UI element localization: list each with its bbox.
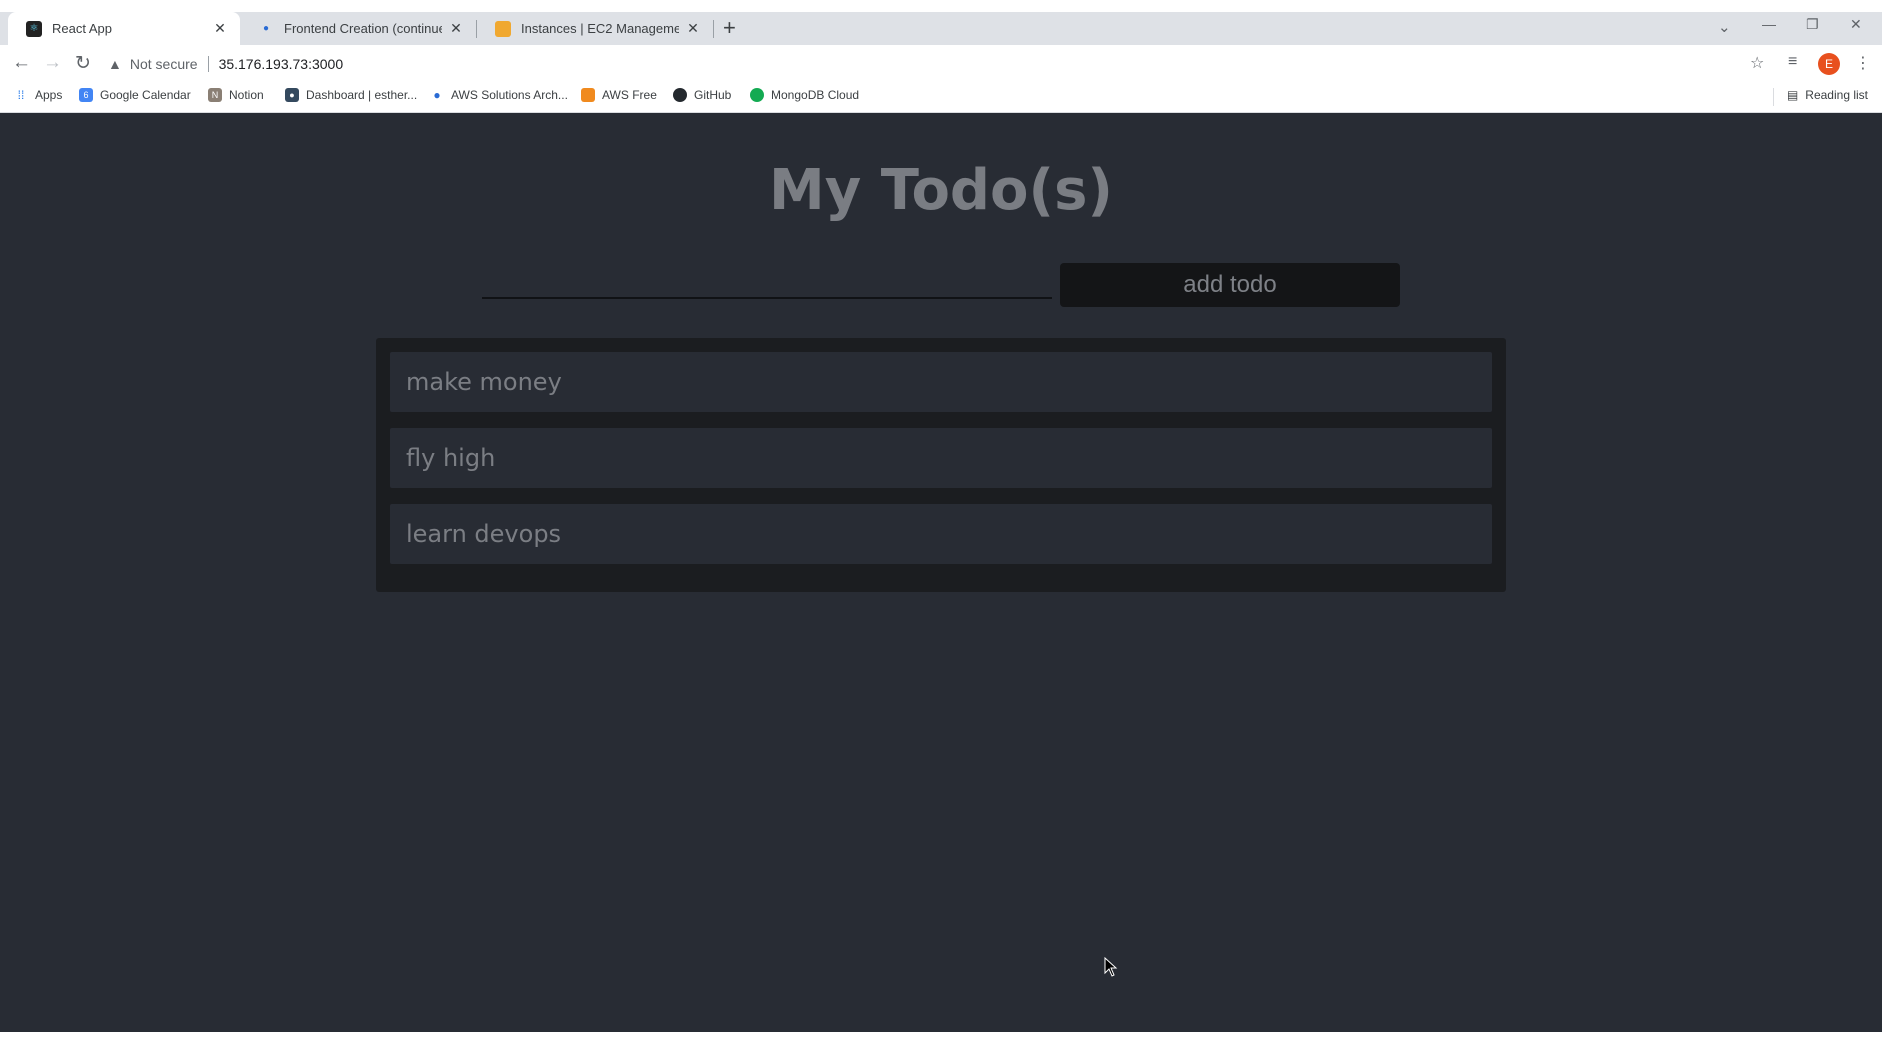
bookmark-star-icon[interactable]: ☆	[1750, 53, 1764, 73]
page-title: My Todo(s)	[768, 158, 1114, 223]
tab-frontend-creation[interactable]: ● Frontend Creation (continued) - ✕	[240, 12, 476, 45]
bookmark-aws-free[interactable]: AWS Free	[581, 88, 657, 102]
reading-list[interactable]: ▤ Reading list	[1787, 88, 1868, 102]
back-icon[interactable]: ←	[12, 52, 31, 74]
blog-icon: ●	[433, 88, 441, 102]
close-tab-icon[interactable]: ✕	[685, 20, 701, 37]
bookmark-google-calendar[interactable]: 6 Google Calendar	[79, 88, 191, 102]
browser-toolbar: ← → ↻ ▲ Not secure 35.176.193.73:3000 ☆ …	[0, 45, 1882, 82]
warning-icon: ▲	[108, 56, 122, 72]
bookmark-apps[interactable]: ⁞⁞ Apps	[14, 88, 63, 102]
bookmark-label: GitHub	[694, 88, 732, 102]
address-bar[interactable]: ▲ Not secure 35.176.193.73:3000	[108, 50, 343, 78]
reading-list-label: Reading list	[1805, 88, 1868, 102]
bookmarks-bar: ⁞⁞ Apps 6 Google Calendar N Notion ● Das…	[0, 82, 1882, 113]
dashboard-icon: ●	[285, 88, 299, 102]
tab-search-icon[interactable]: ⌄	[1718, 18, 1731, 36]
todo-item[interactable]: make money	[390, 352, 1492, 412]
bookmark-label: AWS Solutions Arch...	[451, 88, 568, 102]
bookmark-dashboard[interactable]: ● Dashboard | esther...	[285, 88, 417, 102]
menu-icon[interactable]: ⋮	[1855, 53, 1871, 73]
aws-icon	[581, 88, 595, 102]
tab-strip: ⚛ React App ✕ ● Frontend Creation (conti…	[0, 12, 1882, 45]
avatar[interactable]: E	[1818, 53, 1840, 75]
bookmark-label: Google Calendar	[100, 88, 191, 102]
security-label: Not secure	[129, 56, 198, 72]
todo-item[interactable]: fly high	[390, 428, 1492, 488]
blog-icon: ●	[262, 23, 270, 34]
bookmark-notion[interactable]: N Notion	[208, 88, 264, 102]
todo-item[interactable]: learn devops	[390, 504, 1492, 564]
mongodb-icon	[750, 88, 764, 102]
window-bottom-edge	[0, 1032, 1882, 1044]
bookmark-github[interactable]: GitHub	[673, 88, 731, 102]
tab-title: Instances | EC2 Management Co	[521, 21, 679, 36]
close-tab-icon[interactable]: ✕	[212, 20, 228, 37]
media-control-icon[interactable]: ≡	[1788, 53, 1797, 71]
bookmarks-divider	[1773, 88, 1774, 106]
react-icon: ⚛	[26, 20, 42, 37]
bookmark-label: Dashboard | esther...	[306, 88, 418, 102]
todo-input[interactable]	[482, 265, 1052, 299]
bookmark-label: AWS Free	[602, 88, 657, 102]
bookmark-mongodb[interactable]: MongoDB Cloud	[750, 88, 859, 102]
notion-icon: N	[208, 88, 222, 102]
tab-title: Frontend Creation (continued) -	[284, 21, 442, 36]
calendar-icon: 6	[79, 88, 93, 102]
tab-ec2-instances[interactable]: Instances | EC2 Management Co ✕	[477, 12, 713, 45]
url-text: 35.176.193.73:3000	[218, 56, 344, 72]
minimize-icon[interactable]: —	[1762, 16, 1776, 32]
restore-icon[interactable]: ❐	[1806, 16, 1819, 33]
bookmark-label: MongoDB Cloud	[771, 88, 860, 102]
new-tab-icon[interactable]: +	[723, 14, 736, 42]
tab-title: React App	[52, 21, 112, 36]
tab-separator	[713, 20, 714, 38]
github-icon	[673, 88, 687, 102]
bookmark-aws-solutions[interactable]: ● AWS Solutions Arch...	[430, 88, 568, 102]
window-top-edge	[0, 0, 1882, 12]
close-window-icon[interactable]: ✕	[1850, 16, 1862, 33]
avatar-initial: E	[1824, 57, 1833, 71]
close-tab-icon[interactable]: ✕	[448, 20, 464, 37]
bookmark-label: Notion	[229, 88, 264, 102]
tab-react-app[interactable]: ⚛ React App ✕	[8, 12, 240, 45]
bookmark-label: Apps	[35, 88, 63, 102]
apps-grid-icon: ⁞⁞	[17, 88, 25, 102]
forward-icon[interactable]: →	[43, 52, 62, 74]
todo-list: make money fly high learn devops	[376, 338, 1506, 592]
page-viewport: My Todo(s) add todo make money fly high …	[0, 113, 1882, 1032]
aws-icon	[495, 20, 511, 37]
reading-list-icon: ▤	[1786, 88, 1799, 102]
add-todo-button[interactable]: add todo	[1060, 263, 1400, 307]
omnibox-divider	[207, 56, 209, 72]
reload-icon[interactable]: ↻	[75, 52, 91, 75]
mouse-cursor-icon	[1104, 957, 1118, 977]
